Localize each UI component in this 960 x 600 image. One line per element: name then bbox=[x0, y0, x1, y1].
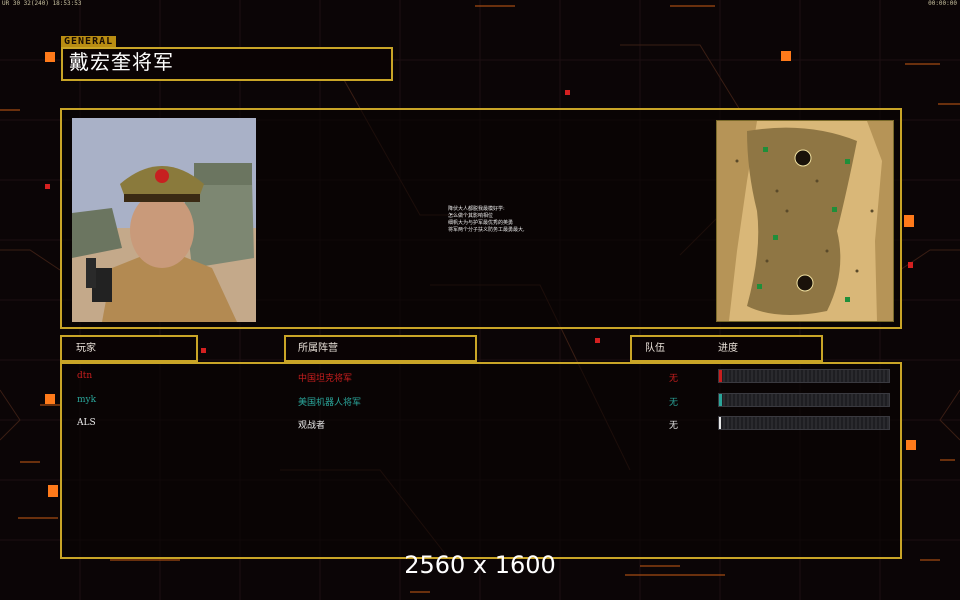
progress-fill bbox=[719, 394, 722, 406]
general-portrait bbox=[72, 118, 256, 322]
resolution-label: 2560 x 1600 bbox=[404, 551, 556, 579]
progress-bar bbox=[718, 416, 890, 430]
briefing-line: 怎么做个其影响相位 bbox=[448, 213, 494, 219]
general-name: 戴宏奎将军 bbox=[69, 50, 174, 74]
progress-fill bbox=[719, 417, 721, 429]
column-faction-label: 所属阵营 bbox=[298, 343, 338, 354]
briefing-panel: 降伏大人都脱我最模好学: 怎么做个其影响相位 细帆大为与护军最优秀的英勇 将军两… bbox=[60, 108, 902, 329]
general-tag: GENERAL bbox=[61, 36, 117, 47]
column-faction: 所属阵营 bbox=[284, 335, 477, 362]
progress-bar bbox=[718, 393, 890, 407]
player-team: 无 bbox=[669, 421, 679, 431]
progress-bar bbox=[718, 369, 890, 383]
player-list: dtn 中国坦克将军 无 myk 美国机器人将军 无 ALS 观战者 无 bbox=[60, 362, 902, 559]
column-progress-label: 进度 bbox=[718, 343, 738, 354]
player-faction: 美国机器人将军 bbox=[298, 398, 362, 408]
status-right: 00:00:00 bbox=[928, 0, 957, 7]
column-player: 玩家 bbox=[60, 335, 198, 362]
player-name: ALS bbox=[77, 418, 96, 428]
status-left: UR 30 32(240) 18:53:53 bbox=[2, 0, 82, 7]
briefing-text: 降伏大人都脱我最模好学: 怎么做个其影响相位 细帆大为与护军最优秀的英勇 将军两… bbox=[448, 206, 525, 234]
map-preview bbox=[716, 120, 894, 322]
player-faction: 观战者 bbox=[298, 421, 326, 431]
player-faction: 中国坦克将军 bbox=[298, 374, 353, 384]
table-row[interactable]: ALS 观战者 无 bbox=[62, 413, 900, 435]
player-name: myk bbox=[77, 395, 97, 405]
table-row[interactable]: dtn 中国坦克将军 无 bbox=[62, 366, 900, 388]
player-name: dtn bbox=[77, 371, 93, 381]
player-team: 无 bbox=[669, 398, 679, 408]
column-player-label: 玩家 bbox=[76, 343, 96, 354]
table-row[interactable]: myk 美国机器人将军 无 bbox=[62, 390, 900, 412]
briefing-line: 将军两个分子扶义防务工最勇最大, bbox=[448, 227, 525, 233]
briefing-line: 细帆大为与护军最优秀的英勇 bbox=[448, 220, 514, 226]
column-team-label: 队伍 bbox=[645, 343, 665, 354]
briefing-line: 降伏大人都脱我最模好学: bbox=[448, 206, 505, 212]
column-team-progress: 队伍 进度 bbox=[630, 335, 823, 362]
progress-fill bbox=[719, 370, 722, 382]
player-team: 无 bbox=[669, 374, 679, 384]
general-name-box: 戴宏奎将军 bbox=[61, 47, 393, 81]
